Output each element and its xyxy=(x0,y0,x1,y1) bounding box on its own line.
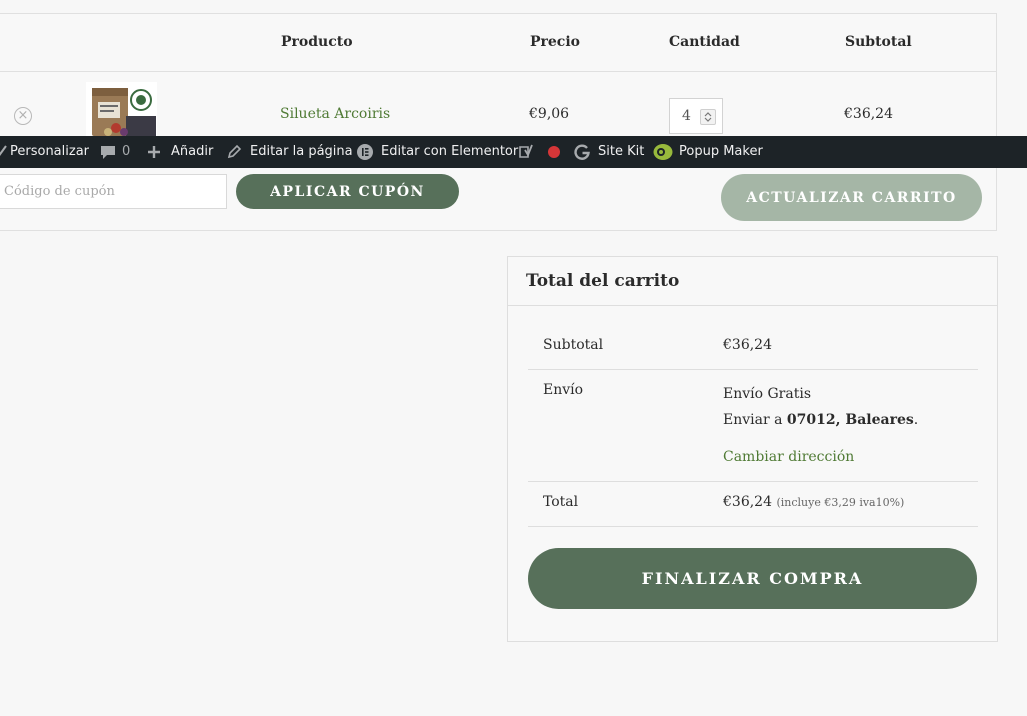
product-price: €9,06 xyxy=(529,106,570,122)
shipping-method: Envío Gratis xyxy=(723,386,812,402)
total-amount: €36,24 (incluye €3,29 iva10%) xyxy=(723,494,904,510)
shipping-label: Envío xyxy=(543,382,584,398)
admin-edit-elementor-label: Editar con Elementor xyxy=(381,144,519,159)
admin-site-kit[interactable]: Site Kit xyxy=(574,136,644,168)
brush-icon xyxy=(0,145,7,156)
admin-customize[interactable]: Personalizar xyxy=(0,136,90,168)
change-address-link[interactable]: Cambiar dirección xyxy=(723,449,854,465)
cart-totals-title: Total del carrito xyxy=(526,271,680,291)
apply-coupon-button[interactable]: APLICAR CUPÓN xyxy=(236,174,459,209)
subtotal-value: €36,24 xyxy=(723,337,772,353)
update-cart-button[interactable]: ACTUALIZAR CARRITO xyxy=(721,174,982,221)
cart-totals: Total del carrito Subtotal €36,24 Envío … xyxy=(507,256,998,642)
comment-icon xyxy=(101,146,115,159)
elementor-icon xyxy=(357,144,373,160)
ship-to-location: 07012, Baleares xyxy=(786,412,914,428)
admin-site-kit-label: Site Kit xyxy=(598,144,645,159)
divider xyxy=(528,369,978,370)
admin-edit-elementor[interactable]: Editar con Elementor xyxy=(357,136,518,168)
admin-add-new[interactable]: Añadir xyxy=(146,136,214,168)
admin-bar: Personalizar 0 Añadir Editar la página E… xyxy=(0,136,1027,168)
popup-maker-icon xyxy=(653,144,673,160)
plus-icon xyxy=(148,146,160,158)
admin-comments-count: 0 xyxy=(122,144,131,159)
tax-note: (incluye €3,29 iva10%) xyxy=(776,496,905,509)
divider xyxy=(528,481,978,482)
admin-edit-page-label: Editar la página xyxy=(250,144,353,159)
remove-icon[interactable]: × xyxy=(14,107,32,125)
subtotal-label: Subtotal xyxy=(543,337,604,353)
admin-comments[interactable]: 0 xyxy=(98,136,134,168)
ship-to-prefix: Enviar a xyxy=(723,412,783,428)
quantity-spinner[interactable] xyxy=(700,109,716,125)
header-quantity: Cantidad xyxy=(669,34,740,50)
divider xyxy=(528,526,978,527)
coupon-code-input[interactable] xyxy=(0,174,227,209)
quantity-stepper[interactable]: 4 xyxy=(669,98,723,134)
admin-add-new-label: Añadir xyxy=(171,144,214,159)
total-label: Total xyxy=(543,494,579,510)
product-subtotal: €36,24 xyxy=(844,106,893,122)
google-icon xyxy=(574,144,590,160)
header-subtotal: Subtotal xyxy=(845,34,912,50)
admin-customize-label: Personalizar xyxy=(10,144,90,159)
quantity-value[interactable]: 4 xyxy=(682,108,691,124)
table-header-row: Producto Precio Cantidad Subtotal xyxy=(0,14,996,72)
product-thumbnail[interactable] xyxy=(86,82,157,136)
product-name-link[interactable]: Silueta Arcoiris xyxy=(280,106,390,122)
ship-to-suffix: . xyxy=(913,412,919,428)
admin-popup-maker[interactable]: Popup Maker xyxy=(653,136,763,168)
shipping-destination: Enviar a 07012, Baleares. xyxy=(723,412,918,428)
admin-seo[interactable] xyxy=(518,136,562,168)
yoast-icon xyxy=(519,144,533,158)
cart-totals-header: Total del carrito xyxy=(508,257,997,306)
header-price: Precio xyxy=(530,34,580,50)
pencil-icon xyxy=(227,144,242,159)
header-product: Producto xyxy=(281,34,353,50)
admin-popup-maker-label: Popup Maker xyxy=(679,144,763,159)
total-value: €36,24 xyxy=(723,494,772,510)
admin-edit-page[interactable]: Editar la página xyxy=(225,136,353,168)
status-dot-icon xyxy=(548,146,560,158)
checkout-button[interactable]: FINALIZAR COMPRA xyxy=(528,548,977,609)
chevron-up-down-icon xyxy=(704,112,712,122)
